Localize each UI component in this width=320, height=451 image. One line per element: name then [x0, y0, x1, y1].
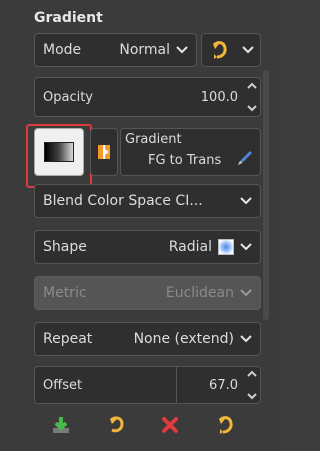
restore-options-button[interactable]: [211, 411, 239, 439]
chevron-down-icon: [176, 46, 188, 54]
mode-extra-dropdown[interactable]: [201, 33, 261, 67]
reset-icon: [109, 416, 124, 433]
shape-label: Shape: [43, 239, 87, 255]
save-options-button[interactable]: [47, 411, 75, 439]
chevron-down-icon: [240, 335, 252, 343]
tool-options-bottom-bar: [34, 408, 252, 442]
shape-dropdown[interactable]: Shape Radial: [34, 230, 261, 264]
gradient-preview-icon: [44, 142, 74, 162]
gradient-tool-options: Gradient Mode Normal Opacity 100.0 Gradi…: [0, 0, 281, 451]
gradient-reverse-button[interactable]: [90, 128, 118, 176]
metric-dropdown: Metric Euclidean: [34, 276, 261, 310]
gradient-label: Gradient: [125, 132, 182, 147]
offset-stepper[interactable]: [246, 370, 258, 400]
offset-label: Offset: [43, 377, 83, 393]
offset-spinbox[interactable]: Offset 67.0: [34, 366, 261, 404]
chevron-up-icon[interactable]: [247, 82, 257, 89]
opacity-stepper[interactable]: [246, 82, 258, 112]
repeat-dropdown[interactable]: Repeat None (extend): [34, 322, 261, 356]
scrollbar[interactable]: [263, 70, 269, 320]
mode-dropdown[interactable]: Mode Normal: [34, 33, 197, 67]
reverse-gradient-icon: [97, 144, 111, 160]
mode-value: Normal: [119, 42, 170, 58]
radial-shape-icon: [218, 239, 234, 255]
blend-color-space-dropdown[interactable]: Blend Color Space CI...: [34, 184, 261, 218]
offset-value: 67.0: [209, 377, 238, 393]
metric-value: Euclidean: [165, 285, 234, 301]
chevron-up-icon[interactable]: [247, 370, 257, 377]
gradient-preview-button[interactable]: [34, 128, 84, 176]
repeat-value: None (extend): [133, 331, 234, 347]
pencil-icon[interactable]: [236, 149, 254, 167]
chevron-down-icon[interactable]: [247, 393, 257, 400]
save-icon: [53, 417, 70, 433]
chevron-down-icon: [240, 243, 252, 251]
opacity-spinbox[interactable]: Opacity 100.0: [34, 77, 261, 117]
delete-options-button[interactable]: [156, 411, 184, 439]
opacity-label: Opacity: [43, 89, 94, 105]
reset-options-button[interactable]: [102, 411, 130, 439]
shape-value: Radial: [168, 239, 212, 255]
reset-arrow-icon: [208, 39, 230, 61]
gradient-name: FG to Trans: [148, 153, 222, 168]
panel-title: Gradient: [34, 10, 103, 26]
chevron-down-icon: [240, 289, 252, 297]
chevron-down-icon: [242, 46, 254, 54]
gradient-selector[interactable]: Gradient FG to Trans: [120, 128, 261, 176]
delete-icon: [162, 417, 179, 433]
opacity-value: 100.0: [200, 89, 238, 105]
chevron-down-icon[interactable]: [247, 105, 257, 112]
blend-color-space-value: Blend Color Space CI...: [43, 193, 203, 209]
mode-label: Mode: [43, 42, 82, 58]
metric-label: Metric: [43, 285, 87, 301]
offset-divider: [176, 366, 177, 404]
restore-icon: [218, 416, 233, 434]
repeat-label: Repeat: [43, 331, 93, 347]
chevron-down-icon: [240, 197, 252, 205]
